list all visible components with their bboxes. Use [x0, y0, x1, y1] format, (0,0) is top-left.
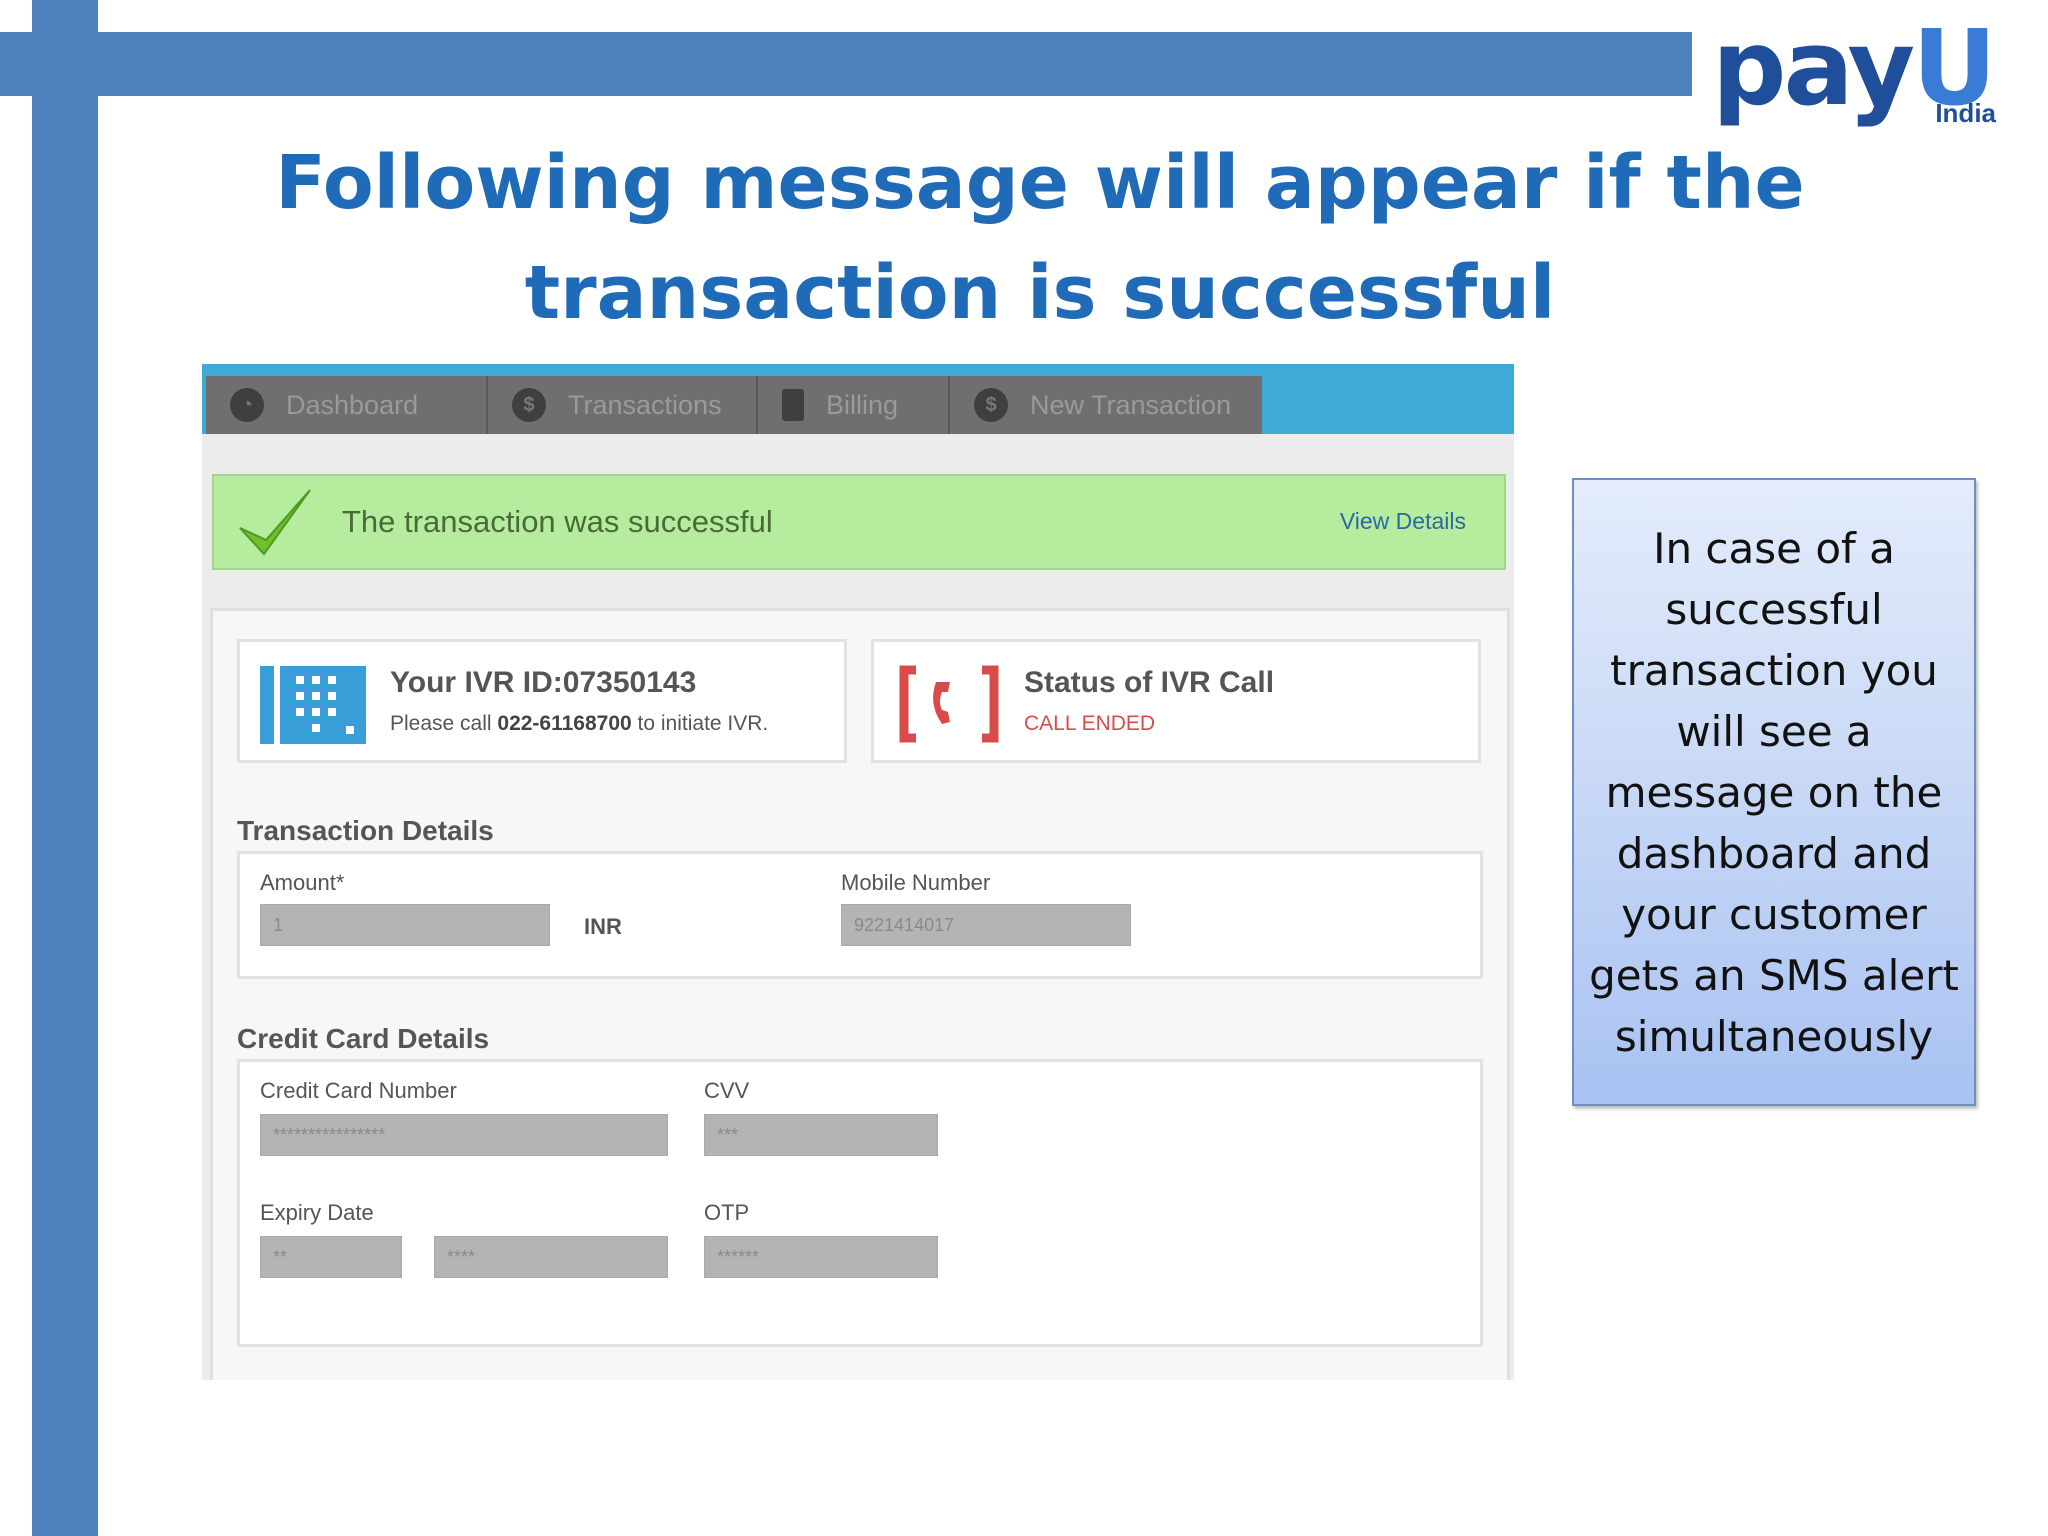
tab-billing[interactable]: Billing — [758, 376, 950, 434]
expiry-year-field[interactable]: **** — [434, 1236, 668, 1278]
card-number-field[interactable]: **************** — [260, 1114, 668, 1156]
success-alert: The transaction was successful View Deta… — [212, 474, 1506, 570]
mobile-number-field[interactable]: 9221414017 — [841, 904, 1131, 946]
ivr-call-suffix: to initiate IVR. — [631, 712, 769, 735]
logo-word-main: pay — [1712, 7, 1915, 129]
ivr-id-panel: Your IVR ID:07350143 Please call 022-611… — [237, 639, 847, 763]
tab-label: New Transaction — [1030, 389, 1232, 420]
cvv-label: CVV — [704, 1078, 750, 1103]
otp-field[interactable]: ****** — [704, 1236, 938, 1278]
currency-label: INR — [584, 914, 622, 939]
tab-transactions[interactable]: $ Transactions — [488, 376, 758, 434]
credit-card-details-heading: Credit Card Details — [237, 1023, 490, 1054]
building-icon — [260, 666, 366, 744]
tab-dashboard[interactable]: ◔ Dashboard — [206, 376, 488, 434]
info-callout: In case of a successful transaction you … — [1572, 478, 1976, 1106]
expiry-month-field[interactable]: ** — [260, 1236, 402, 1278]
checkmark-icon — [239, 489, 311, 556]
dollar-icon: $ — [512, 388, 546, 422]
transaction-details-heading: Transaction Details — [237, 815, 494, 846]
ivr-status-title: Status of IVR Call — [1024, 666, 1275, 699]
credit-card-details-box: Credit Card Number **************** CVV … — [237, 1059, 1483, 1347]
cvv-field[interactable]: *** — [704, 1114, 938, 1156]
ivr-instructions: Please call 022-61168700 to initiate IVR… — [390, 712, 768, 736]
ivr-status-panel: Status of IVR Call CALL ENDED — [871, 639, 1481, 763]
left-accent-bar — [32, 0, 98, 1536]
billing-icon — [782, 389, 804, 421]
ivr-status-value: CALL ENDED — [1024, 712, 1156, 735]
amount-label: Amount* — [260, 870, 345, 895]
success-message: The transaction was successful — [342, 504, 773, 539]
tab-new-transaction[interactable]: $ New Transaction — [950, 376, 1262, 434]
otp-label: OTP — [704, 1200, 750, 1225]
nav-bar: ◔ Dashboard $ Transactions Billing $ New… — [202, 364, 1514, 434]
ivr-phone-number[interactable]: 022-61168700 — [497, 712, 631, 735]
ivr-id-title: Your IVR ID:07350143 — [390, 666, 697, 699]
new-transaction-icon: $ — [974, 388, 1008, 422]
transaction-card: Your IVR ID:07350143 Please call 022-611… — [210, 608, 1510, 1380]
transaction-details-box: Amount* 1 INR Mobile Number 9221414017 — [237, 851, 1483, 979]
expiry-date-label: Expiry Date — [260, 1200, 374, 1225]
logo-country: India — [1935, 98, 1996, 128]
tab-label: Transactions — [568, 389, 722, 420]
top-accent-bar — [0, 32, 1692, 96]
info-callout-text: In case of a successful transaction you … — [1589, 523, 1959, 1061]
dashboard-screenshot: ◔ Dashboard $ Transactions Billing $ New… — [202, 364, 1514, 1380]
dashboard-icon: ◔ — [230, 388, 264, 422]
ivr-call-prefix: Please call — [390, 712, 498, 735]
tab-label: Billing — [826, 389, 899, 420]
card-number-label: Credit Card Number — [260, 1078, 457, 1103]
amount-field[interactable]: 1 — [260, 904, 550, 946]
view-details-link[interactable]: View Details — [1340, 508, 1466, 535]
tab-label: Dashboard — [286, 389, 419, 420]
payu-logo: payU India — [1712, 16, 2002, 128]
phone-call-icon — [899, 665, 999, 743]
slide-title: Following message will appear if the tra… — [275, 140, 1805, 336]
nav-tabs: ◔ Dashboard $ Transactions Billing $ New… — [206, 376, 1262, 434]
mobile-number-label: Mobile Number — [841, 870, 991, 895]
